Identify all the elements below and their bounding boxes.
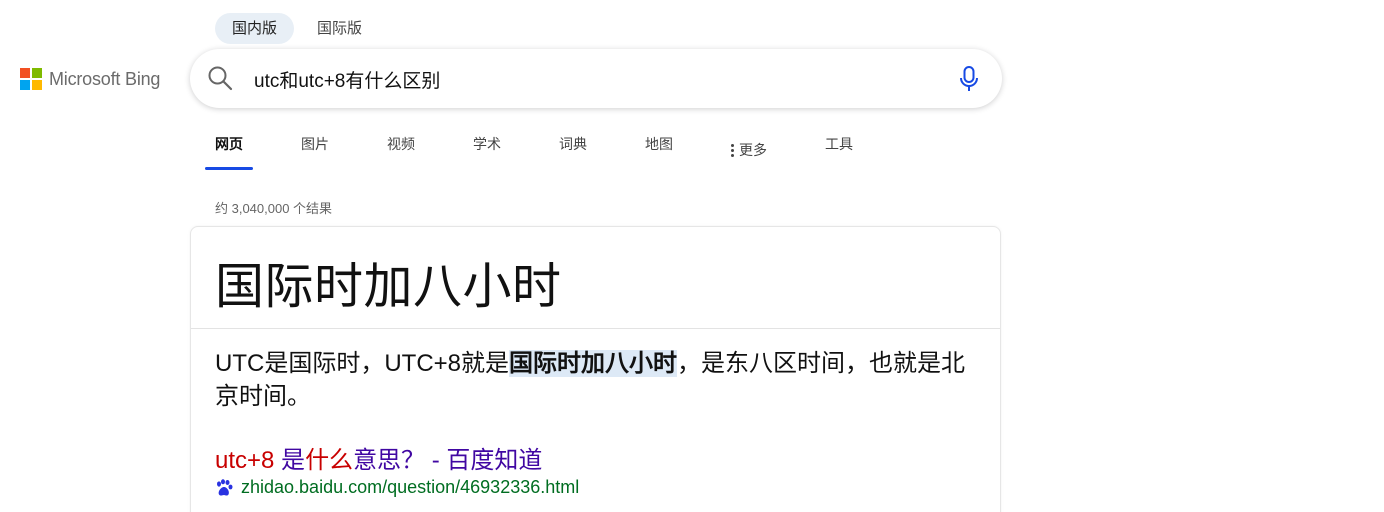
- answer-title: 国际时加八小时: [215, 260, 562, 314]
- microphone-icon[interactable]: [958, 65, 980, 93]
- result-title-text: 是: [274, 447, 306, 474]
- nav-academic[interactable]: 学术: [463, 128, 511, 172]
- result-title-text-2: 意思？ - 百度知道: [353, 447, 543, 474]
- card-divider: [191, 328, 1000, 329]
- nav-images[interactable]: 图片: [291, 128, 339, 172]
- microsoft-logo-icon: [20, 68, 42, 90]
- result-url[interactable]: zhidao.baidu.com/question/46932336.html: [241, 477, 579, 498]
- nav-web[interactable]: 网页: [205, 128, 253, 172]
- result-title-keyword-2: 什么: [305, 447, 354, 474]
- search-scope-nav: 网页 图片 视频 学术 词典 地图 更多 工具: [205, 128, 901, 172]
- bing-logo[interactable]: Microsoft Bing: [20, 68, 160, 90]
- nav-tools[interactable]: 工具: [815, 128, 863, 172]
- result-title-link[interactable]: utc+8 是什么意思？ - 百度知道: [215, 440, 542, 475]
- nav-more[interactable]: 更多: [721, 128, 777, 172]
- tab-international[interactable]: 国际版: [300, 13, 379, 44]
- nav-videos[interactable]: 视频: [377, 128, 425, 172]
- search-box[interactable]: utc和utc+8有什么区别: [190, 49, 1002, 108]
- answer-card: 国际时加八小时 UTC是国际时，UTC+8就是国际时加八小时，是东八区时间，也就…: [190, 226, 1001, 512]
- baidu-paw-icon: [217, 478, 233, 496]
- nav-maps[interactable]: 地图: [635, 128, 683, 172]
- tab-domestic[interactable]: 国内版: [215, 13, 295, 44]
- results-count: 约 3,040,000 个结果: [215, 201, 333, 216]
- logo-text: Microsoft Bing: [49, 68, 161, 89]
- result-source: zhidao.baidu.com/question/46932336.html: [215, 477, 579, 498]
- search-input[interactable]: utc和utc+8有什么区别: [254, 66, 440, 93]
- result-title-keyword: utc+8: [215, 447, 275, 474]
- answer-snippet: UTC是国际时，UTC+8就是国际时加八小时，是东八区时间，也就是北京时间。: [215, 347, 985, 413]
- nav-dictionary[interactable]: 词典: [549, 128, 597, 172]
- more-dots-icon: [731, 143, 734, 157]
- nav-more-label: 更多: [739, 142, 767, 158]
- search-icon[interactable]: [207, 65, 233, 91]
- region-tabs: 国内版 国际版: [215, 13, 379, 44]
- snippet-highlight: 国际时加八小时: [509, 350, 678, 377]
- snippet-text: UTC是国际时，UTC+8就是: [215, 350, 510, 377]
